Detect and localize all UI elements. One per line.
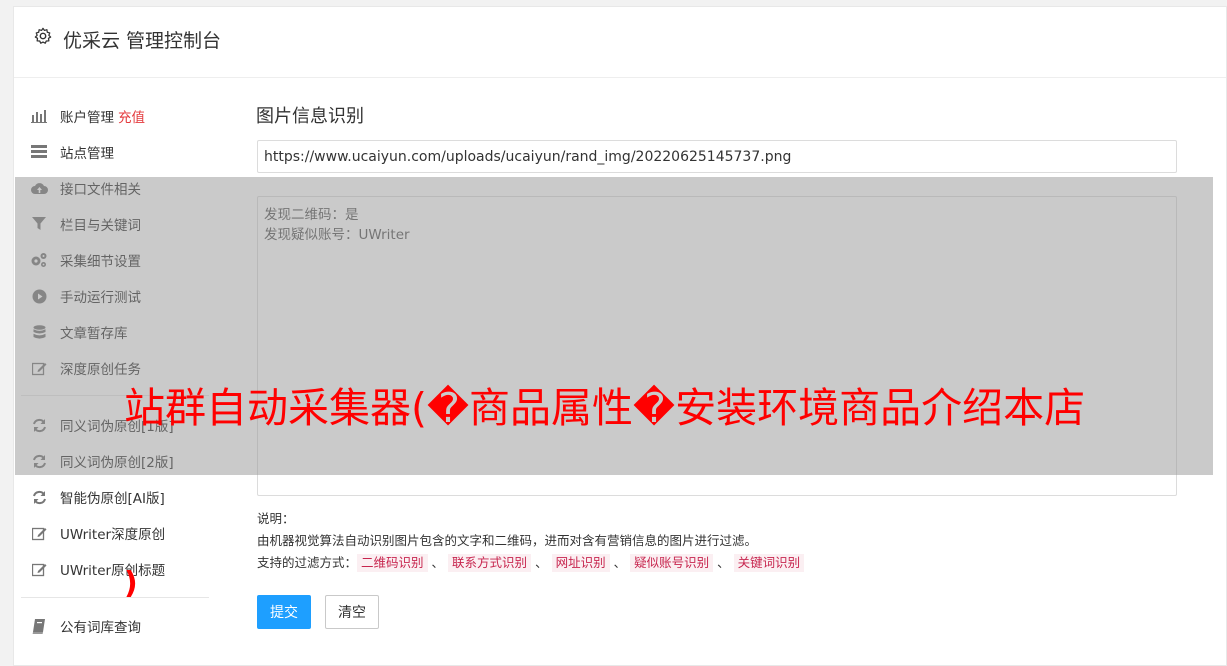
submit-button[interactable]: 提交 [257, 595, 311, 629]
filter-tag: 关键词识别 [733, 554, 805, 572]
tag-separator: 、 [613, 555, 627, 570]
filter-tag: 二维码识别 [357, 554, 428, 572]
sidebar-divider [21, 597, 209, 598]
header: 优采云 管理控制台 [14, 7, 1226, 78]
watermark-paren: ) [124, 566, 138, 601]
sidebar-item-account[interactable]: 账户管理 充值 [0, 98, 210, 134]
sidebar-item-label: 账户管理 [60, 110, 114, 126]
sidebar-item-label: 智能伪原创[AI版] [60, 491, 165, 507]
book-icon [30, 617, 48, 635]
watermark-text: 站群自动采集器(�商品属性�安装环境商品介绍本店 [124, 384, 1086, 432]
filter-prefix: 支持的过滤方式： [257, 555, 358, 570]
recharge-link[interactable]: 充值 [118, 106, 145, 126]
sidebar-item-ai-rewrite[interactable]: 智能伪原创[AI版] [0, 479, 210, 515]
page-title: 优采云 管理控制台 [63, 30, 222, 52]
sidebar-item-public-dict[interactable]: 公有词库查询 [0, 608, 210, 644]
tag-separator: 、 [535, 555, 548, 570]
filter-tag: 联系方式识别 [448, 554, 532, 572]
sidebar-item-label: 公有词库查询 [60, 620, 141, 636]
sidebar-item-uwriter-deep[interactable]: UWriter深度原创 [0, 515, 210, 551]
bar-chart-icon [30, 107, 48, 125]
help-heading: 说明： [257, 511, 295, 526]
tag-separator: 、 [431, 555, 445, 570]
refresh-icon [30, 488, 48, 506]
filter-methods: 支持的过滤方式： 二维码识别 、 联系方式识别 、 网址识别 、 疑似账号识别 … [257, 552, 1197, 574]
image-url-input[interactable] [257, 140, 1177, 173]
help-description: 由机器视觉算法自动识别图片包含的文字和二维码，进而对含有营销信息的图片进行过滤。 [257, 533, 758, 548]
edit-icon [30, 560, 48, 578]
edit-icon [30, 524, 48, 542]
filter-tag: 疑似账号识别 [630, 554, 714, 572]
sidebar-item-label: 站点管理 [60, 146, 114, 162]
sidebar-item-sites[interactable]: 站点管理 [0, 134, 210, 170]
form-title: 图片信息识别 [256, 106, 364, 127]
clear-button[interactable]: 清空 [325, 595, 379, 629]
filter-tag: 网址识别 [551, 554, 610, 572]
sidebar-item-label: UWriter原创标题 [60, 563, 166, 579]
help-section: 说明： 由机器视觉算法自动识别图片包含的文字和二维码，进而对含有营销信息的图片进… [257, 508, 1197, 574]
tag-separator: 、 [717, 555, 730, 570]
sidebar-item-uwriter-title[interactable]: UWriter原创标题 [0, 551, 210, 587]
server-icon [30, 143, 48, 161]
gear-icon [34, 27, 52, 44]
sidebar-item-label: UWriter深度原创 [60, 527, 166, 543]
